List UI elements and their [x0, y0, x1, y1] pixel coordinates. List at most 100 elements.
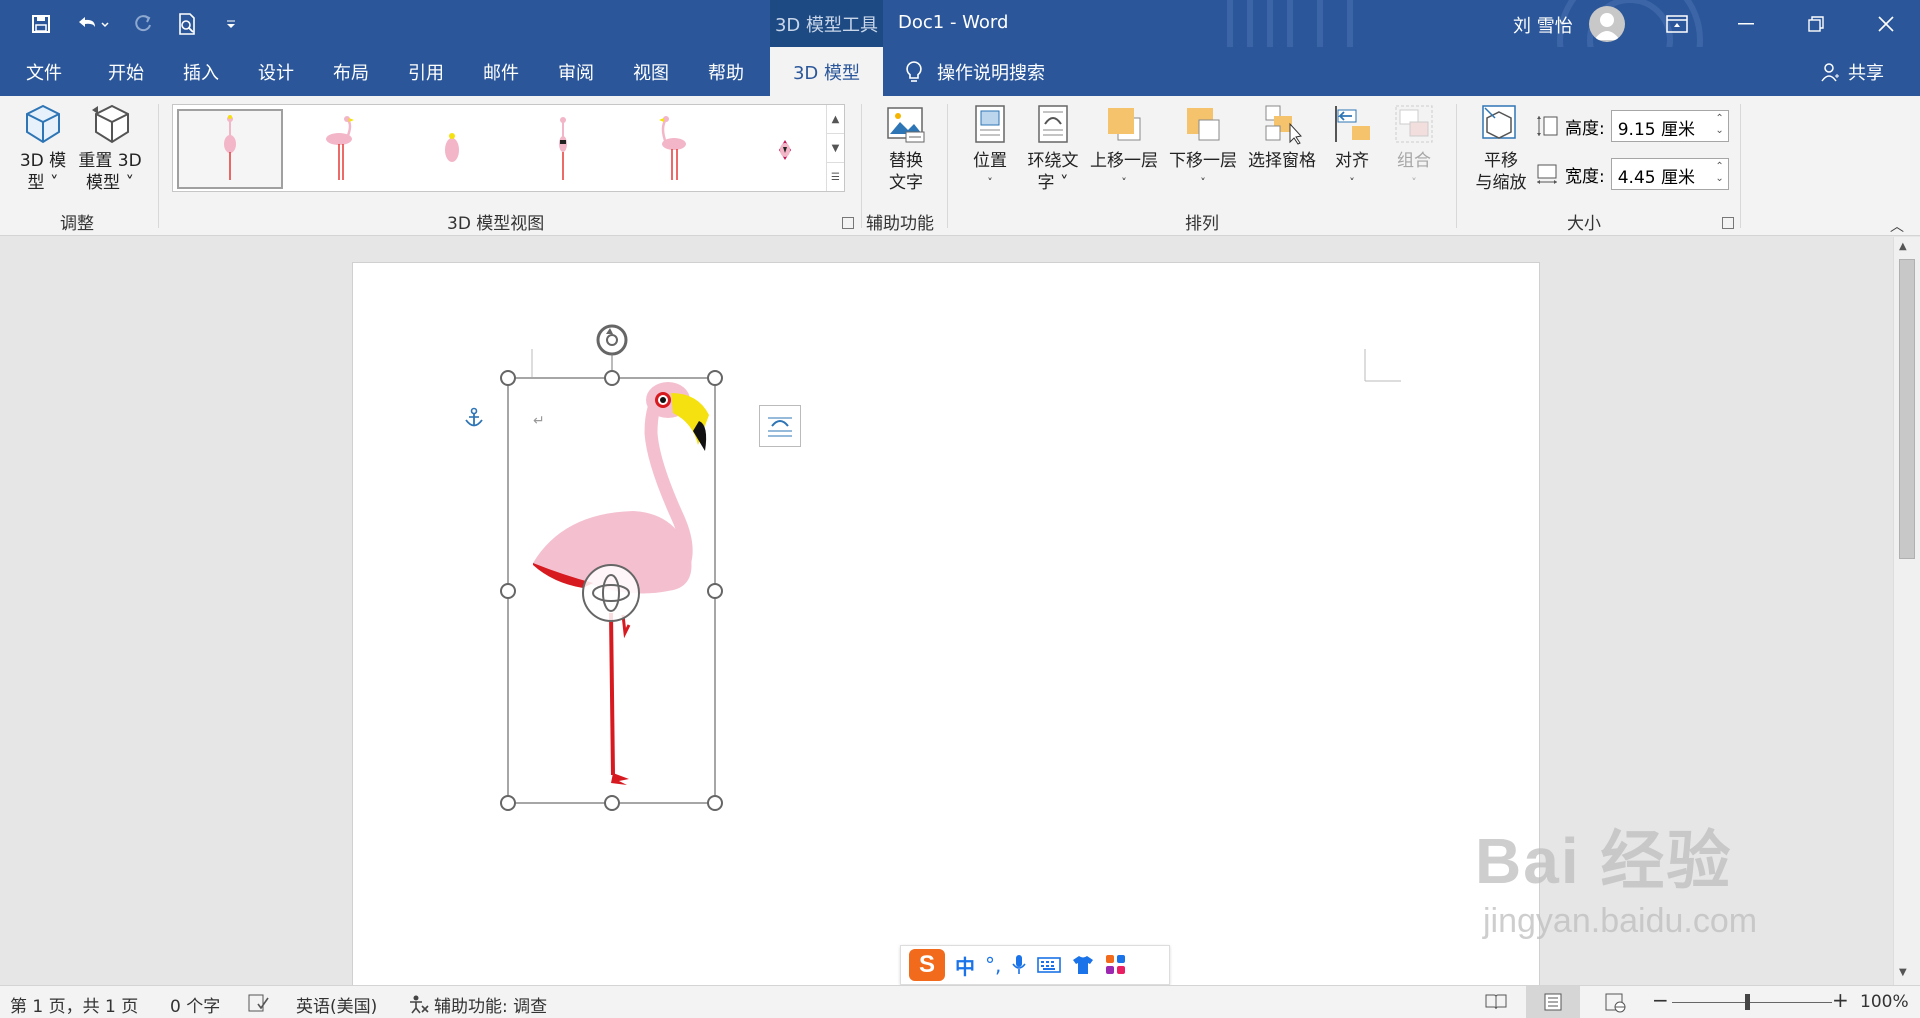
share-button[interactable]: 共享: [1820, 59, 1884, 85]
language[interactable]: 英语(美国): [296, 992, 377, 1017]
height-input[interactable]: 9.15 厘米 ⌃ ⌄: [1610, 110, 1729, 142]
3d-rotate-control[interactable]: [582, 564, 640, 622]
bring-forward-button[interactable]: 上移一层 ˅: [1086, 102, 1162, 194]
view-preset-6[interactable]: [732, 109, 838, 189]
toolbox-grid-icon[interactable]: [1105, 954, 1127, 976]
zoom-level[interactable]: 100%: [1860, 992, 1909, 1012]
watermark-brand: Bai 经验: [1475, 825, 1733, 897]
microphone-icon[interactable]: [1011, 954, 1027, 976]
tab-home[interactable]: 开始: [104, 47, 148, 96]
proofing-icon[interactable]: [248, 994, 270, 1012]
reset-cube-icon: [92, 104, 129, 144]
send-backward-button[interactable]: 下移一层 ˅: [1165, 102, 1241, 194]
reset-3d-model-button[interactable]: 重置 3D 模型 ˅: [74, 102, 146, 194]
selection-pane-button[interactable]: 选择窗格: [1244, 102, 1320, 172]
tab-design[interactable]: 设计: [254, 47, 298, 96]
3d-model-views-gallery[interactable]: ▲ ▼ ☰: [172, 104, 845, 192]
alt-text-button[interactable]: 替换 文字: [876, 102, 936, 194]
save-icon[interactable]: [28, 11, 54, 37]
view-preset-2[interactable]: [288, 109, 394, 189]
height-spinner[interactable]: ⌃ ⌄: [1715, 113, 1723, 137]
zoom-slider[interactable]: [1672, 1002, 1832, 1003]
accessibility-icon[interactable]: [408, 994, 430, 1014]
position-button[interactable]: 位置 ˅: [960, 102, 1020, 194]
margin-mark-right: [1364, 349, 1401, 382]
punctuation-icon[interactable]: °,: [985, 953, 1001, 977]
page-count[interactable]: 第 1 页，共 1 页: [10, 992, 138, 1017]
tab-3d-model[interactable]: 3D 模型: [770, 47, 883, 96]
group-label: 组合: [1397, 151, 1431, 171]
word-count[interactable]: 0 个字: [170, 992, 220, 1017]
skin-shirt-icon[interactable]: [1071, 954, 1095, 976]
view-preset-5[interactable]: [621, 109, 727, 189]
zoom-in-icon[interactable]: +: [1832, 988, 1849, 1012]
tab-view[interactable]: 视图: [629, 47, 673, 96]
tab-file[interactable]: 文件: [22, 47, 66, 96]
vertical-scrollbar[interactable]: ▲ ▼: [1893, 237, 1920, 985]
wrap-text-icon: [1038, 105, 1068, 143]
minimize-icon[interactable]: [1714, 0, 1778, 47]
view-preset-4[interactable]: [510, 109, 616, 189]
scroll-thumb[interactable]: [1899, 259, 1915, 559]
redo-icon[interactable]: [130, 11, 156, 37]
tab-insert[interactable]: 插入: [179, 47, 223, 96]
alt-text-icon: [887, 107, 925, 143]
tab-mailings[interactable]: 邮件: [479, 47, 523, 96]
group-separator: [1740, 104, 1741, 228]
width-spinner[interactable]: ⌃ ⌄: [1715, 161, 1723, 185]
tab-references[interactable]: 引用: [404, 47, 448, 96]
ime-mode[interactable]: 中: [955, 951, 975, 980]
pan-zoom-label-1: 平移: [1484, 151, 1518, 171]
accessibility-status[interactable]: 辅助功能: 调查: [434, 992, 547, 1017]
close-icon[interactable]: [1854, 0, 1918, 47]
width-input[interactable]: 4.45 厘米 ⌃ ⌄: [1610, 158, 1729, 190]
user-name[interactable]: 刘 雪怡: [1513, 12, 1573, 38]
read-mode-icon[interactable]: [1485, 993, 1507, 1011]
gallery-scroll-up[interactable]: ▲: [827, 105, 844, 134]
group-button[interactable]: 组合 ˅: [1384, 102, 1444, 194]
alt-text-label-2: 文字: [889, 173, 923, 193]
wrap-text-label-2: 字 ˅: [1037, 173, 1069, 193]
collapse-ribbon-icon[interactable]: ︿: [1890, 216, 1904, 236]
print-layout-button[interactable]: [1526, 986, 1580, 1018]
gallery-expand[interactable]: ☰: [827, 163, 844, 192]
bring-forward-icon: [1108, 108, 1141, 141]
gallery-scroll-down[interactable]: ▼: [827, 134, 844, 163]
document-page[interactable]: ↵: [352, 262, 1540, 985]
restore-icon[interactable]: [1784, 0, 1848, 47]
lightbulb-icon: [906, 61, 922, 82]
gallery-scroll-controls: ▲ ▼ ☰: [826, 105, 844, 191]
zoom-slider-thumb[interactable]: [1745, 994, 1750, 1010]
scroll-down-icon[interactable]: ▼: [1899, 967, 1907, 978]
flamingo-3d-model[interactable]: [473, 313, 773, 813]
print-preview-icon[interactable]: [174, 11, 200, 37]
zoom-out-icon[interactable]: −: [1652, 988, 1669, 1012]
height-value: 9.15 厘米: [1617, 120, 1695, 140]
tab-help[interactable]: 帮助: [704, 47, 748, 96]
position-label: 位置: [973, 151, 1007, 171]
view-preset-3[interactable]: [399, 109, 505, 189]
align-button[interactable]: 对齐 ˅: [1322, 102, 1382, 194]
tab-layout[interactable]: 布局: [329, 47, 373, 96]
undo-icon[interactable]: [72, 11, 112, 37]
view-preset-1[interactable]: [177, 109, 283, 189]
group-separator: [158, 104, 159, 228]
ime-toolbar[interactable]: S 中 °,: [900, 945, 1170, 985]
tell-me-search[interactable]: 操作说明搜索: [905, 59, 1045, 85]
ribbon-display-options-icon[interactable]: [1645, 0, 1709, 47]
scroll-up-icon[interactable]: ▲: [1899, 241, 1907, 252]
size-dialog-launcher[interactable]: [1722, 217, 1734, 229]
3d-models-button[interactable]: 3D 模 型 ˅: [14, 102, 72, 194]
reset-label-2: 模型 ˅: [86, 173, 134, 193]
keyboard-icon[interactable]: [1037, 956, 1062, 974]
views-dialog-launcher[interactable]: [842, 217, 854, 229]
pan-zoom-icon: [1482, 105, 1516, 139]
avatar[interactable]: [1589, 6, 1625, 42]
web-layout-icon[interactable]: [1605, 993, 1627, 1013]
customize-qat-icon[interactable]: [218, 11, 244, 37]
wrap-text-button[interactable]: 环绕文 字 ˅: [1022, 102, 1084, 194]
tab-review[interactable]: 审阅: [554, 47, 598, 96]
pan-and-zoom-button[interactable]: 平移 与缩放: [1466, 102, 1536, 194]
position-icon: [975, 105, 1005, 143]
ribbon-3d-model: 3D 模 型 ˅ 重置 3D 模型 ˅ 调整 ▲ ▼ ☰ 3D 模型视图 替换 …: [0, 96, 1920, 236]
